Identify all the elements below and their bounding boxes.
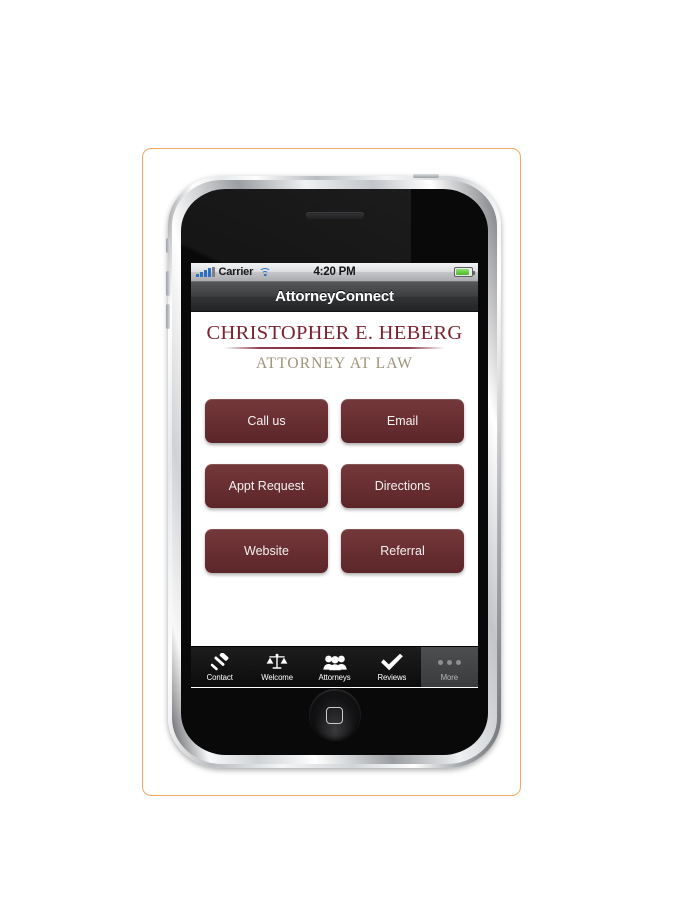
firm-name: CHRISTOPHER E. HEBERG	[206, 322, 463, 344]
battery-icon	[454, 267, 475, 277]
status-bar-clock: 4:20 PM	[313, 266, 356, 278]
referral-button[interactable]: Referral	[341, 528, 464, 573]
tab-bar: Contact Welcome Attorneys Reviews More	[191, 646, 478, 687]
firm-logo: CHRISTOPHER E. HEBERG ATTORNEY AT LAW	[191, 312, 478, 373]
tab-welcome[interactable]: Welcome	[248, 647, 305, 687]
app-screen: Carrier 4:20 PM AttorneyConnect CHRISTOP…	[191, 263, 478, 688]
earpiece-speaker	[305, 212, 364, 218]
call-us-button[interactable]: Call us	[205, 398, 328, 443]
appt-request-button[interactable]: Appt Request	[205, 463, 328, 508]
tab-label: Welcome	[261, 673, 293, 682]
volume-up-button	[166, 271, 170, 296]
email-button[interactable]: Email	[341, 398, 464, 443]
website-button[interactable]: Website	[205, 528, 328, 573]
navigation-bar: AttorneyConnect	[191, 282, 478, 312]
tab-label: More	[440, 673, 459, 682]
action-button-grid: Call us Email Appt Request Directions We…	[191, 398, 478, 573]
tab-contact[interactable]: Contact	[191, 647, 248, 687]
logo-divider	[223, 347, 446, 349]
people-icon	[322, 652, 347, 672]
tab-attorneys[interactable]: Attorneys	[306, 647, 363, 687]
carrier-label: Carrier	[218, 266, 254, 278]
silent-switch	[166, 238, 170, 253]
signal-bars-icon	[196, 266, 215, 277]
tab-label: Contact	[206, 673, 233, 682]
home-button[interactable]	[308, 689, 361, 741]
main-content: CHRISTOPHER E. HEBERG ATTORNEY AT LAW Ca…	[191, 312, 478, 646]
scales-icon	[266, 652, 288, 672]
check-icon	[380, 652, 404, 672]
page-title: AttorneyConnect	[275, 288, 394, 305]
home-button-square-icon	[326, 706, 343, 724]
power-button	[413, 174, 439, 178]
firm-tagline: ATTORNEY AT LAW	[255, 354, 414, 372]
volume-down-button	[166, 304, 170, 329]
status-bar: Carrier 4:20 PM	[191, 263, 478, 282]
ellipsis-icon	[437, 652, 461, 672]
tab-label: Attorneys	[318, 673, 351, 682]
tab-label: Reviews	[377, 673, 407, 682]
wifi-icon	[259, 267, 272, 277]
tab-more[interactable]: More	[420, 647, 478, 687]
directions-button[interactable]: Directions	[341, 463, 464, 508]
tab-reviews[interactable]: Reviews	[363, 647, 420, 687]
gavel-icon	[209, 652, 231, 672]
